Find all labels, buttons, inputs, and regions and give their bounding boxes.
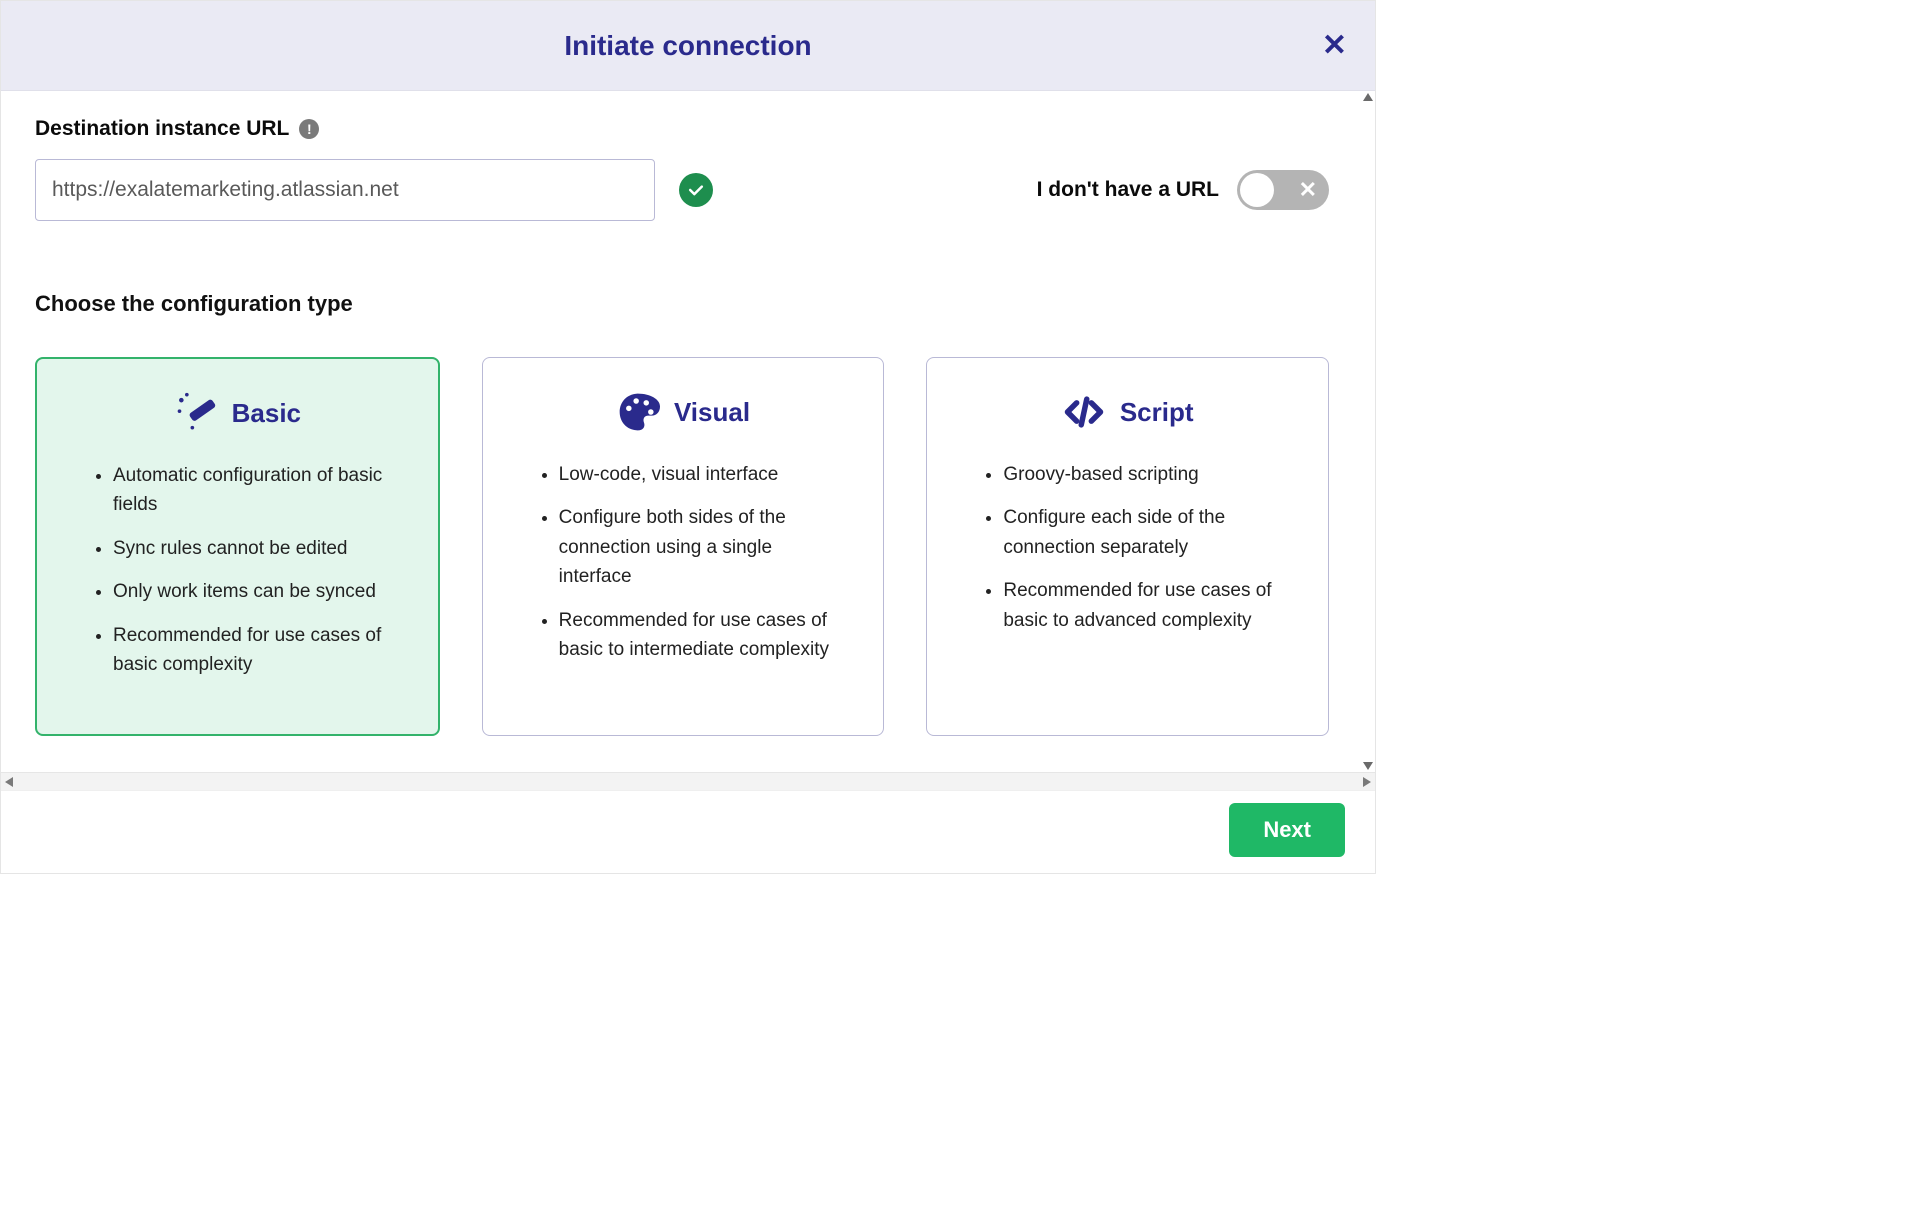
list-item: Automatic configuration of basic fields <box>113 461 402 520</box>
modal-body-wrap: Destination instance URL ! I don't have … <box>1 91 1375 772</box>
code-icon <box>1062 390 1106 434</box>
modal-body: Destination instance URL ! I don't have … <box>1 91 1363 772</box>
vertical-scrollbar[interactable] <box>1363 91 1373 772</box>
card-bullets: Automatic configuration of basic fields … <box>65 461 410 680</box>
card-bullets: Groovy-based scripting Configure each si… <box>955 460 1300 635</box>
config-card-basic[interactable]: Basic Automatic configuration of basic f… <box>35 357 440 736</box>
card-title: Visual <box>674 397 750 428</box>
nourl-label: I don't have a URL <box>1037 178 1219 202</box>
scroll-right-arrow-icon[interactable] <box>1363 777 1371 787</box>
toggle-x-icon: ✕ <box>1299 179 1317 201</box>
config-card-visual[interactable]: Visual Low-code, visual interface Config… <box>482 357 885 736</box>
next-button[interactable]: Next <box>1229 803 1345 857</box>
wand-icon <box>174 391 218 435</box>
url-label-row: Destination instance URL ! <box>35 117 1329 141</box>
modal-footer: Next <box>1 790 1375 873</box>
horizontal-scrollbar[interactable] <box>1 772 1375 790</box>
palette-icon <box>616 390 660 434</box>
scroll-up-arrow-icon[interactable] <box>1363 93 1373 101</box>
list-item: Recommended for use cases of basic to in… <box>559 606 848 665</box>
list-item: Recommended for use cases of basic compl… <box>113 621 402 680</box>
config-section-title: Choose the configuration type <box>35 291 1329 317</box>
modal-body-scroll[interactable]: Destination instance URL ! I don't have … <box>1 91 1363 772</box>
list-item: Configure both sides of the connection u… <box>559 503 848 591</box>
config-card-script[interactable]: Script Groovy-based scripting Configure … <box>926 357 1329 736</box>
destination-url-input[interactable] <box>35 159 655 221</box>
modal-title: Initiate connection <box>564 30 811 62</box>
list-item: Recommended for use cases of basic to ad… <box>1003 576 1292 635</box>
scroll-down-arrow-icon[interactable] <box>1363 762 1373 770</box>
card-bullets: Low-code, visual interface Configure bot… <box>511 460 856 665</box>
scroll-left-arrow-icon[interactable] <box>5 777 13 787</box>
card-head: Script <box>955 390 1300 434</box>
card-title: Basic <box>232 398 301 429</box>
check-icon <box>679 173 713 207</box>
close-icon: ✕ <box>1322 29 1347 62</box>
nourl-toggle[interactable]: ✕ <box>1237 170 1329 210</box>
toggle-knob <box>1240 173 1274 207</box>
nourl-wrap: I don't have a URL ✕ <box>1037 170 1329 210</box>
url-row: I don't have a URL ✕ <box>35 159 1329 221</box>
list-item: Groovy-based scripting <box>1003 460 1292 489</box>
card-title: Script <box>1120 397 1194 428</box>
card-head: Basic <box>65 391 410 435</box>
modal-header: Initiate connection ✕ <box>1 1 1375 91</box>
list-item: Configure each side of the connection se… <box>1003 503 1292 562</box>
list-item: Low-code, visual interface <box>559 460 848 489</box>
info-icon[interactable]: ! <box>299 119 319 139</box>
initiate-connection-modal: Initiate connection ✕ Destination instan… <box>0 0 1376 874</box>
close-button[interactable]: ✕ <box>1322 31 1347 61</box>
list-item: Only work items can be synced <box>113 577 402 606</box>
url-label: Destination instance URL <box>35 117 289 141</box>
list-item: Sync rules cannot be edited <box>113 534 402 563</box>
config-cards: Basic Automatic configuration of basic f… <box>35 357 1329 736</box>
card-head: Visual <box>511 390 856 434</box>
